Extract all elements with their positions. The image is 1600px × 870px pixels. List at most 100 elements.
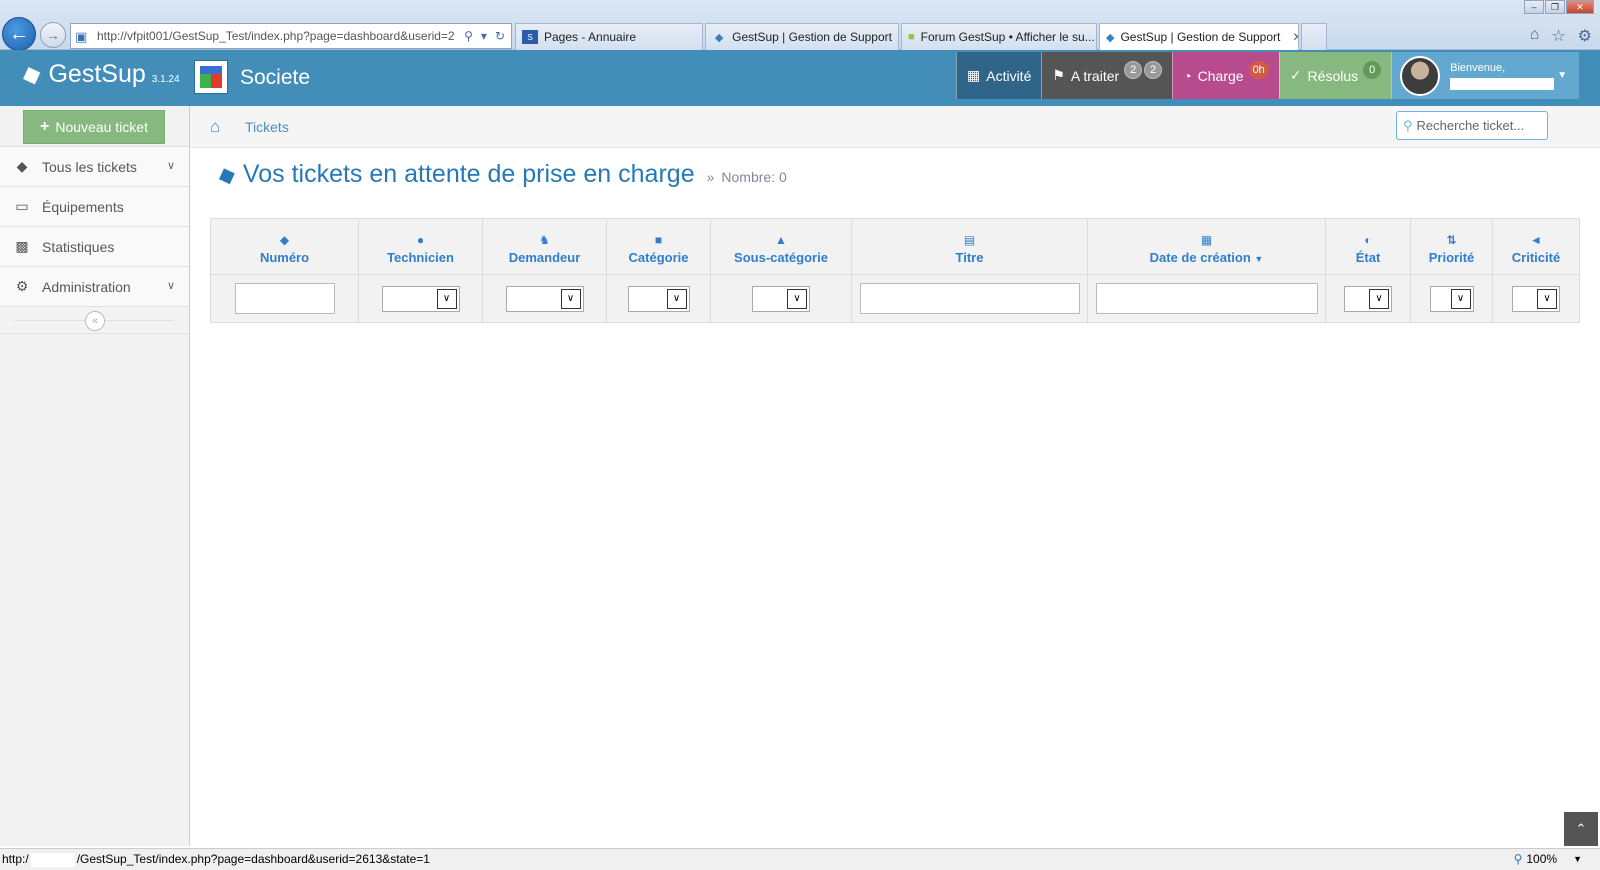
chevron-down-icon: ∨ bbox=[1369, 288, 1389, 309]
chevron-down-icon: ∨ bbox=[1450, 288, 1471, 309]
breadcrumb-tickets-link[interactable]: Tickets bbox=[245, 119, 289, 135]
new-ticket-button[interactable]: + Nouveau ticket bbox=[23, 110, 165, 144]
search-icon[interactable]: ⚲ bbox=[464, 29, 473, 43]
dashboard-icon: ◔ bbox=[1183, 67, 1192, 84]
new-tab-button[interactable] bbox=[1301, 23, 1327, 50]
chevron-down-icon: ∨ bbox=[666, 288, 687, 309]
filter-row: ∨ ∨ ∨ ∨ ∨ ∨ ∨ bbox=[210, 274, 1580, 323]
user-greeting: Bienvenue, bbox=[1450, 61, 1506, 74]
maximize-icon[interactable]: ❐ bbox=[1545, 0, 1565, 14]
ticket-count: Nombre: 0 bbox=[721, 169, 787, 185]
bullhorn-icon: ◄ bbox=[1530, 232, 1542, 247]
ticket-search-input[interactable] bbox=[1416, 118, 1537, 133]
address-bar[interactable]: ▣ http://vfpit001/GestSup_Test/index.php… bbox=[70, 23, 512, 49]
address-url[interactable]: http://vfpit001/GestSup_Test/index.php?p… bbox=[97, 29, 464, 43]
window-controls: – ❐ ✕ bbox=[1524, 0, 1594, 14]
user-menu[interactable]: Bienvenue, ▼ bbox=[1391, 52, 1580, 99]
tag-icon: ◆ bbox=[17, 58, 45, 91]
count-badge: 2 bbox=[1124, 60, 1143, 79]
cogs-icon: ⚙ bbox=[15, 278, 29, 294]
file-text-icon: ▤ bbox=[963, 232, 976, 247]
breadcrumb: ⌂ Tickets ⚲ bbox=[190, 106, 1600, 148]
filter-demandeur-select[interactable]: ∨ bbox=[505, 285, 584, 312]
bar-chart-icon: ▩ bbox=[15, 238, 29, 254]
male-icon: ♞ bbox=[539, 232, 550, 247]
column-header-categorie[interactable]: ■ Catégorie bbox=[606, 218, 711, 275]
zoom-icon: ⚲ bbox=[1513, 852, 1523, 866]
brand-logo[interactable]: ◆ GestSup 3.1.24 bbox=[18, 59, 180, 91]
chevron-down-icon: ∨ bbox=[1537, 288, 1557, 309]
browser-back-button[interactable]: ← bbox=[2, 17, 36, 51]
page-icon: ▣ bbox=[75, 29, 88, 44]
ticket-search: ⚲ bbox=[1396, 111, 1548, 140]
status-url-redacted bbox=[30, 852, 75, 867]
chevron-down-icon: ∨ bbox=[436, 288, 457, 309]
column-header-sous-categorie[interactable]: ▲ Sous-catégorie bbox=[710, 218, 852, 275]
browser-tab[interactable]: ■ Forum GestSup • Afficher le su... bbox=[901, 23, 1097, 50]
sharepoint-icon: S bbox=[522, 30, 538, 44]
sidebar-item-equipements[interactable]: ▭ Équipements bbox=[0, 186, 189, 226]
forum-icon: ■ bbox=[908, 31, 915, 43]
app-header: ◆ GestSup 3.1.24 Societe ▦ Activité ⚑ A … bbox=[0, 50, 1600, 106]
tickets-table: ◆ Numéro ● Technicien ♞ Demandeur ■ Catégori… bbox=[210, 218, 1580, 323]
sidebar: + Nouveau ticket ◆ Tous les tickets ∨ ▭ … bbox=[0, 106, 190, 846]
sidebar-item-tickets[interactable]: ◆ Tous les tickets ∨ bbox=[0, 146, 189, 186]
page-title: Vos tickets en attente de prise en charg… bbox=[242, 160, 695, 188]
sort-amount-icon: ⇅ bbox=[1446, 232, 1457, 247]
nav-resolus-button[interactable]: ✓ Résolus 0 bbox=[1278, 52, 1392, 99]
minimize-icon[interactable]: – bbox=[1524, 0, 1544, 14]
filter-criticite-select[interactable]: ∨ bbox=[1512, 285, 1560, 312]
filter-etat-select[interactable]: ∨ bbox=[1344, 285, 1392, 312]
browser-tab-active[interactable]: ◆ GestSup | Gestion de Support ✕ bbox=[1099, 23, 1299, 50]
column-header-etat[interactable]: ◐ État bbox=[1325, 218, 1411, 275]
tags-icon: ◆ bbox=[16, 158, 28, 174]
chevron-down-icon: ∨ bbox=[787, 288, 807, 309]
nav-charge-button[interactable]: ◔ Charge 0h bbox=[1172, 52, 1279, 99]
filter-date-input[interactable] bbox=[1095, 283, 1318, 314]
home-icon[interactable]: ⌂ bbox=[1530, 26, 1540, 46]
sidebar-item-statistiques[interactable]: ▩ Statistiques bbox=[0, 226, 189, 266]
zoom-control[interactable]: ⚲ 100% ▼ bbox=[1514, 852, 1582, 866]
star-icon[interactable]: ☆ bbox=[1551, 26, 1565, 46]
chevron-down-icon: ∨ bbox=[560, 288, 581, 309]
nav-a-traiter-button[interactable]: ⚑ A traiter 2 2 bbox=[1041, 52, 1173, 99]
column-header-date-creation[interactable]: ▦ Date de création ▼ bbox=[1087, 218, 1326, 275]
double-chevron-up-icon: ⌃ bbox=[1575, 821, 1587, 836]
column-header-priorite[interactable]: ⇅ Priorité bbox=[1410, 218, 1493, 275]
tag-icon: ◆ bbox=[279, 232, 290, 247]
sidebar-item-administration[interactable]: ⚙ Administration ∨ bbox=[0, 266, 189, 306]
column-header-technicien[interactable]: ● Technicien bbox=[358, 218, 483, 275]
square-icon: ■ bbox=[654, 232, 663, 247]
close-icon[interactable]: ✕ bbox=[1566, 0, 1594, 14]
browser-tab[interactable]: ◆ GestSup | Gestion de Support bbox=[705, 23, 899, 50]
column-header-titre[interactable]: ▤ Titre bbox=[851, 218, 1088, 275]
close-icon[interactable]: ✕ bbox=[1292, 30, 1298, 44]
scroll-to-top-button[interactable]: ⌃ bbox=[1564, 812, 1598, 846]
charge-badge: 0h bbox=[1248, 60, 1269, 79]
table-header-row: ◆ Numéro ● Technicien ♞ Demandeur ■ Catégori… bbox=[210, 218, 1580, 275]
browser-forward-button[interactable]: → bbox=[40, 22, 66, 48]
browser-tab[interactable]: S Pages - Annuaire bbox=[515, 23, 703, 50]
gear-icon[interactable]: ⚙ bbox=[1578, 26, 1592, 46]
filter-technicien-select[interactable]: ∨ bbox=[381, 285, 460, 312]
caret-down-icon: ▼ bbox=[1557, 70, 1568, 81]
sort-down-icon: ▼ bbox=[1254, 253, 1264, 264]
nav-activite-button[interactable]: ▦ Activité bbox=[956, 52, 1042, 99]
column-header-criticite[interactable]: ◄ Criticité bbox=[1492, 218, 1580, 275]
filter-numero-input[interactable] bbox=[234, 283, 335, 314]
home-icon[interactable]: ⌂ bbox=[210, 117, 220, 137]
status-url: http://GestSup_Test/index.php?page=dashb… bbox=[2, 852, 430, 867]
filter-sous-categorie-select[interactable]: ∨ bbox=[752, 285, 810, 312]
column-header-numero[interactable]: ◆ Numéro bbox=[210, 218, 359, 275]
count-badge: 2 bbox=[1144, 60, 1163, 79]
sidebar-collapse: « bbox=[0, 306, 189, 334]
cube-icon bbox=[200, 66, 222, 88]
filter-categorie-select[interactable]: ∨ bbox=[627, 285, 690, 312]
refresh-icon[interactable]: ↻ bbox=[495, 29, 505, 43]
column-header-demandeur[interactable]: ♞ Demandeur bbox=[482, 218, 607, 275]
filter-priorite-select[interactable]: ∨ bbox=[1429, 285, 1474, 312]
filter-titre-input[interactable] bbox=[859, 283, 1080, 314]
double-chevron-left-icon[interactable]: « bbox=[85, 311, 105, 331]
dropdown-caret-icon[interactable]: ▾ bbox=[481, 29, 487, 43]
tag-icon: ◆ bbox=[1106, 31, 1115, 44]
